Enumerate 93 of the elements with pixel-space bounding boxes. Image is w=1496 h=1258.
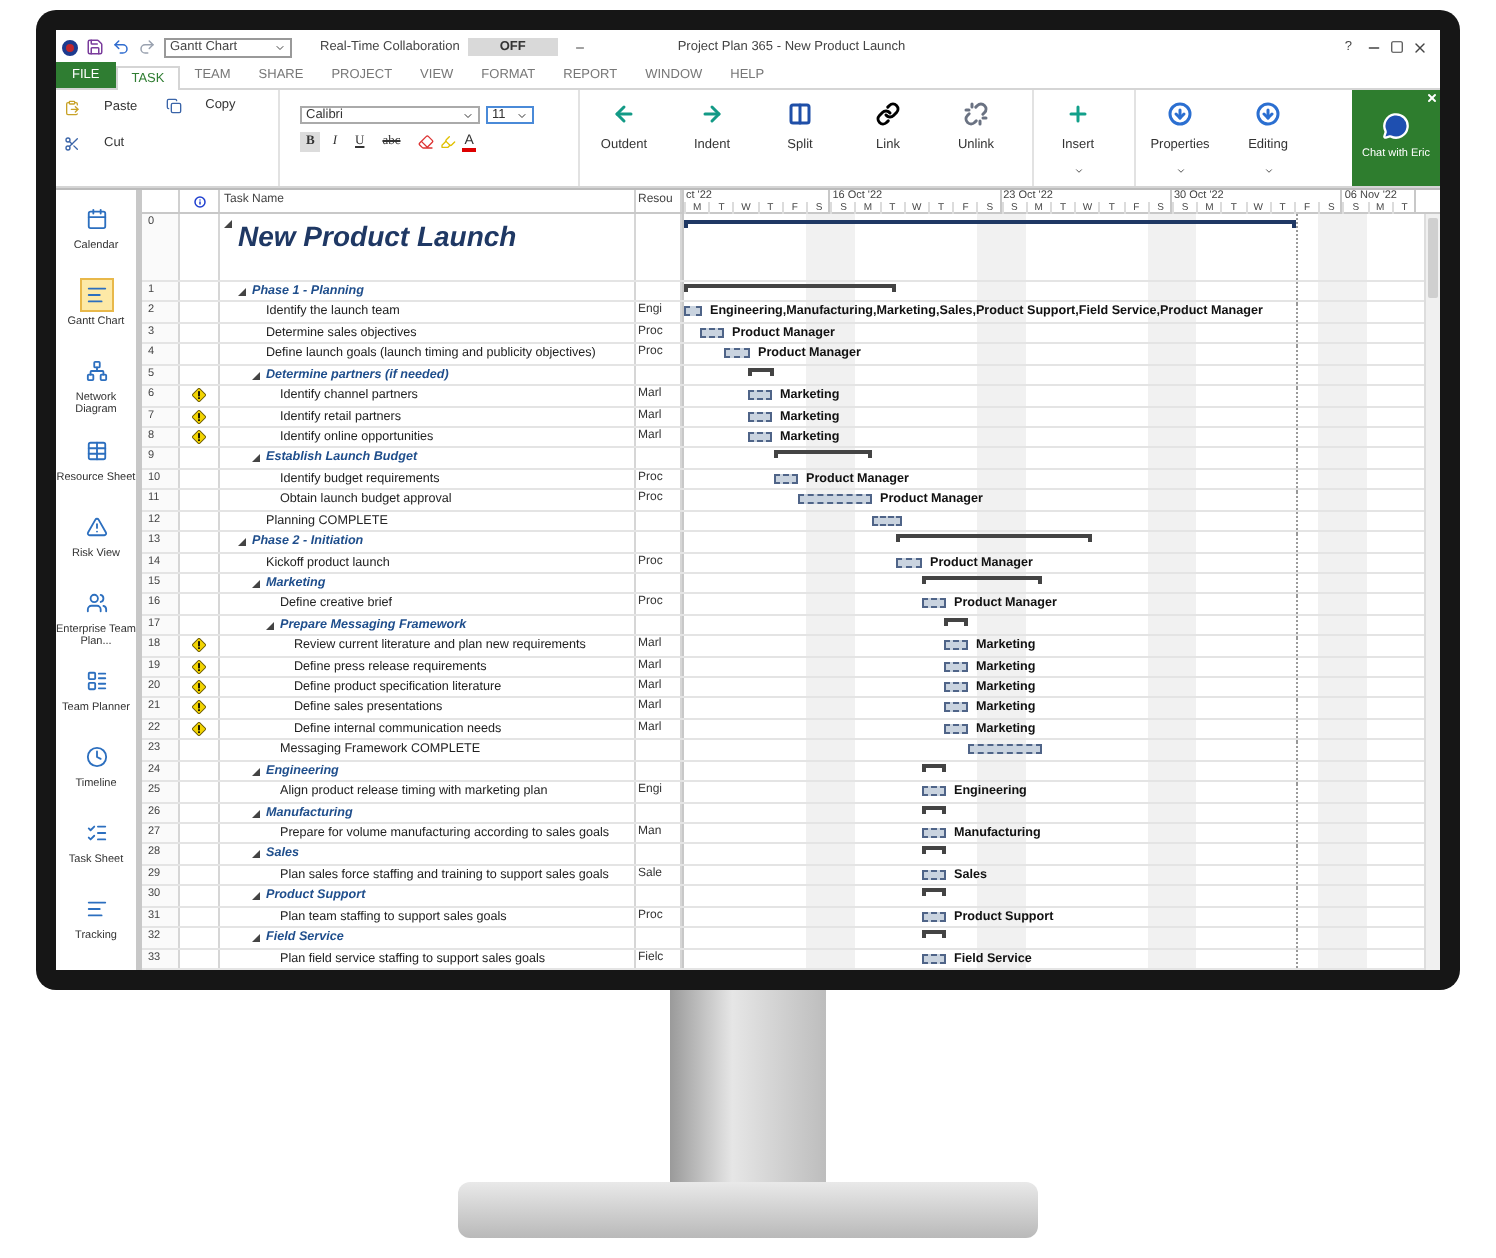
caret-icon: [462, 109, 474, 121]
task-bar[interactable]: [774, 473, 798, 484]
task-bar[interactable]: [798, 494, 872, 505]
collapse-triangle-icon[interactable]: [252, 850, 260, 859]
caret-icon: [1263, 165, 1273, 176]
caret-icon: [516, 109, 528, 121]
task-bar[interactable]: [944, 723, 968, 734]
sheet-icon: [85, 439, 107, 462]
scissors-icon: [64, 135, 80, 152]
warning-icon: [192, 409, 206, 424]
task-bar[interactable]: [944, 682, 968, 693]
warning-icon: [192, 659, 206, 674]
undo-icon[interactable]: [112, 38, 130, 56]
collapse-triangle-icon[interactable]: [252, 934, 260, 943]
warning-icon: [192, 721, 206, 736]
task-bar[interactable]: [922, 827, 946, 838]
task-bar[interactable]: [748, 390, 772, 401]
task-bar[interactable]: [896, 557, 922, 567]
checklist-icon: [85, 822, 107, 845]
task-bar[interactable]: [724, 348, 750, 359]
collapse-triangle-icon[interactable]: [252, 454, 260, 463]
network-icon: [85, 360, 107, 382]
summary-bar[interactable]: [922, 805, 946, 814]
summary-bar[interactable]: [896, 534, 1092, 543]
down-circle-icon: [1256, 102, 1280, 126]
task-bar[interactable]: [922, 786, 946, 797]
collapse-triangle-icon[interactable]: [224, 220, 232, 228]
right-arrow-icon: [700, 102, 724, 126]
task-bar[interactable]: [968, 744, 1042, 755]
summary-bar[interactable]: [922, 763, 946, 772]
warning-icon: [85, 515, 107, 538]
clipboard-icon: [64, 99, 80, 116]
close-icon[interactable]: [1412, 39, 1428, 55]
chat-bubble-icon: [1382, 112, 1410, 141]
gantt-bars-icon: [85, 284, 107, 306]
warning-icon: [192, 680, 206, 695]
task-bar[interactable]: [684, 306, 702, 317]
link-icon: [876, 102, 900, 126]
app-logo-icon: [62, 39, 78, 55]
task-bar[interactable]: [944, 702, 968, 713]
collapse-triangle-icon[interactable]: [238, 538, 246, 547]
caret-icon: [1175, 165, 1185, 176]
copy-icon: [165, 98, 182, 114]
caret-icon: [1073, 165, 1083, 176]
summary-bar[interactable]: [774, 450, 872, 459]
plus-icon: [1066, 102, 1090, 126]
gantt-bars-icon: [85, 898, 107, 921]
warning-icon: [192, 429, 206, 444]
task-bar[interactable]: [922, 869, 946, 880]
task-bar[interactable]: [944, 661, 968, 672]
collapse-triangle-icon[interactable]: [252, 892, 260, 901]
task-bar[interactable]: [922, 953, 946, 964]
summary-bar[interactable]: [922, 575, 1042, 584]
summary-bar[interactable]: [944, 617, 968, 626]
clock-icon: [85, 746, 107, 769]
warning-icon: [192, 700, 206, 715]
task-bar[interactable]: [872, 515, 902, 526]
collapse-triangle-icon[interactable]: [252, 579, 260, 588]
task-bar[interactable]: [700, 327, 724, 338]
summary-bar[interactable]: [684, 220, 1296, 228]
people-icon: [85, 591, 107, 614]
task-bar[interactable]: [922, 598, 946, 609]
left-arrow-icon: [612, 102, 636, 126]
collapse-triangle-icon[interactable]: [238, 288, 246, 297]
maximize-icon[interactable]: [1390, 40, 1404, 54]
clear-format-icon[interactable]: [418, 134, 435, 150]
collapse-triangle-icon[interactable]: [252, 767, 260, 776]
summary-bar[interactable]: [922, 846, 946, 855]
caret-icon: [274, 41, 286, 53]
summary-bar[interactable]: [922, 930, 946, 939]
unlink-icon: [964, 102, 988, 126]
summary-bar[interactable]: [684, 284, 896, 293]
summary-bar[interactable]: [922, 888, 946, 897]
summary-bar[interactable]: [748, 367, 774, 376]
project-title: New Product Launch: [238, 218, 517, 252]
customize-icon[interactable]: [573, 41, 586, 53]
planner-icon: [85, 670, 107, 693]
task-bar[interactable]: [944, 640, 968, 651]
collapse-triangle-icon[interactable]: [252, 371, 260, 380]
warning-icon: [192, 638, 206, 653]
down-circle-icon: [1168, 102, 1192, 126]
save-icon[interactable]: [86, 38, 104, 56]
split-bars-icon: [788, 102, 812, 126]
redo-icon[interactable]: [138, 38, 156, 56]
task-bar[interactable]: [922, 911, 946, 922]
warning-icon: [192, 388, 206, 403]
scrollbar[interactable]: [1424, 214, 1440, 970]
info-icon: [193, 195, 205, 207]
task-bar[interactable]: [748, 411, 772, 422]
collapse-triangle-icon[interactable]: [266, 621, 274, 630]
task-bar[interactable]: [748, 431, 772, 442]
calendar-icon: [85, 208, 107, 230]
collapse-triangle-icon[interactable]: [252, 809, 260, 818]
